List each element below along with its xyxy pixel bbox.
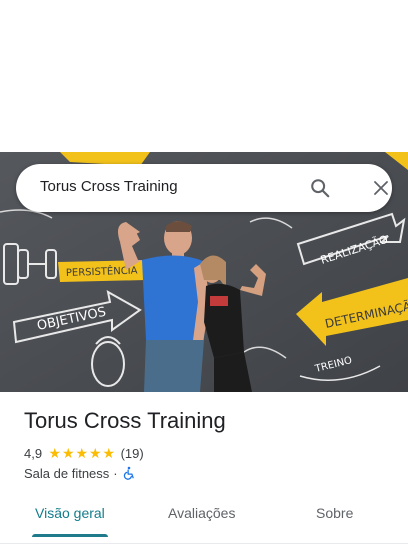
rating-row[interactable]: 4,9 ★ ★ ★ ★ ★ (19) — [24, 444, 144, 462]
category-row: Sala de fitness · — [24, 464, 136, 482]
search-input[interactable]: Torus Cross Training — [40, 178, 178, 195]
star-icon: ★ — [62, 445, 75, 461]
tab-overview[interactable]: Visão geral — [35, 505, 105, 521]
star-icon: ★ — [102, 445, 116, 461]
close-icon[interactable] — [363, 170, 399, 206]
star-icon: ★ — [75, 445, 89, 461]
rating-stars: ★ ★ ★ ★ ★ — [48, 446, 116, 460]
separator: · — [113, 465, 118, 481]
star-icon: ★ — [48, 445, 62, 461]
tab-reviews[interactable]: Avaliações — [168, 505, 235, 521]
review-count[interactable]: (19) — [121, 446, 144, 461]
active-tab-indicator — [32, 534, 108, 537]
place-tabs: Visão geral Avaliações Sobre — [0, 494, 408, 544]
search-icon[interactable] — [302, 170, 338, 206]
place-category[interactable]: Sala de fitness — [24, 466, 109, 481]
map-blank-area — [0, 0, 408, 152]
search-bar[interactable]: Torus Cross Training — [16, 164, 392, 212]
place-title: Torus Cross Training — [24, 408, 226, 433]
wheelchair-accessible-icon — [122, 466, 136, 480]
rating-value: 4,9 — [24, 445, 43, 461]
star-icon: ★ — [89, 445, 102, 461]
tab-about[interactable]: Sobre — [316, 505, 353, 521]
